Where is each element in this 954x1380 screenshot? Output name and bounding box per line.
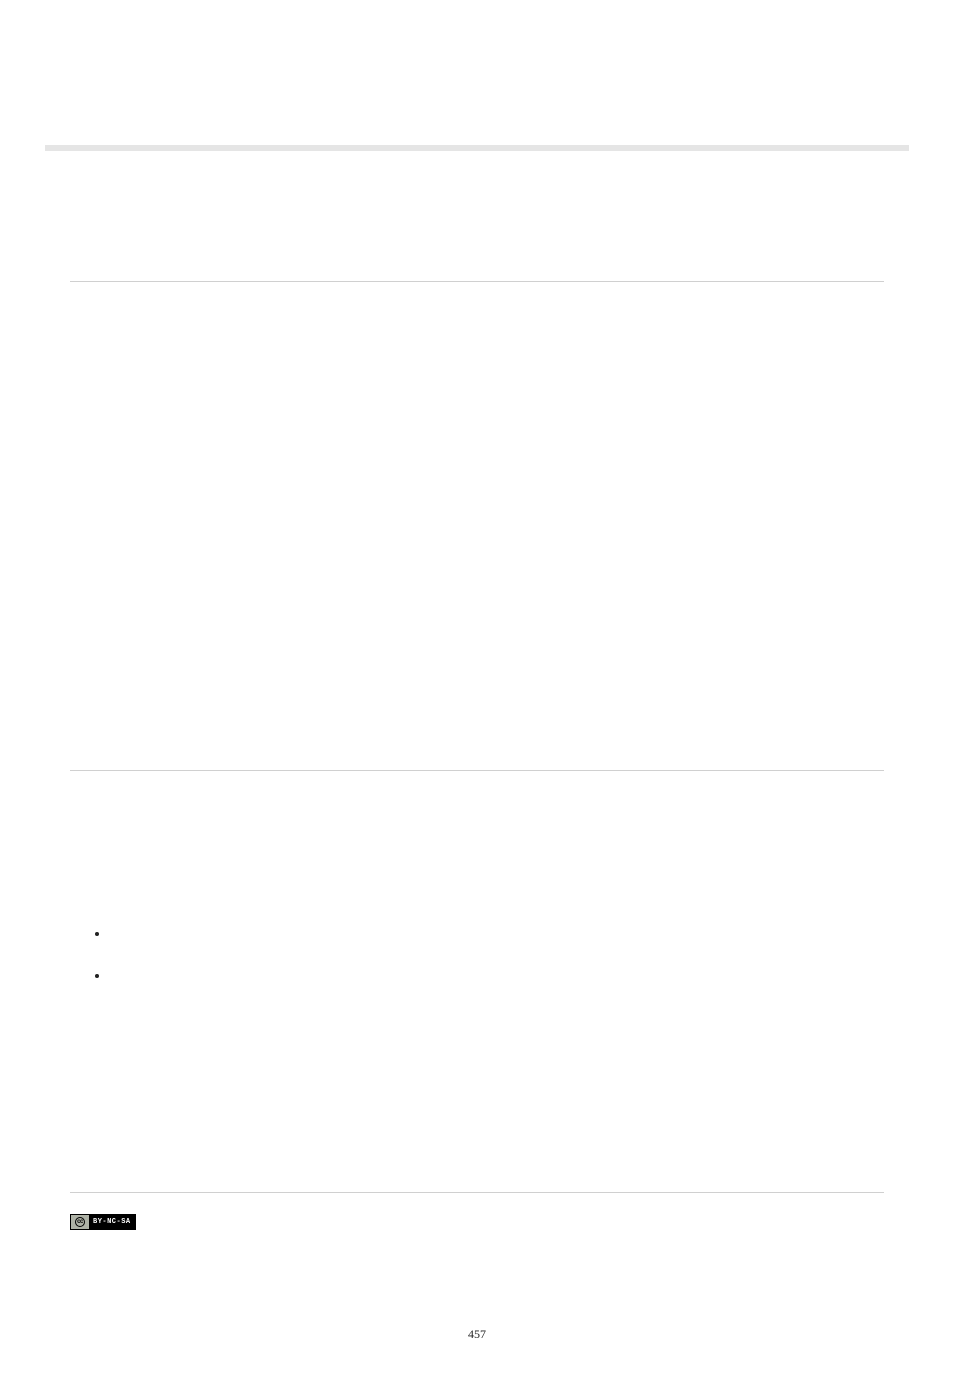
section-below-rule-2 bbox=[70, 926, 884, 1192]
cc-license-type: BY-NC-SA bbox=[89, 1215, 135, 1229]
cc-logo-icon: cc bbox=[71, 1215, 89, 1229]
section-above-rule-1 bbox=[70, 151, 884, 281]
horizontal-rule-3 bbox=[70, 1192, 884, 1193]
bullet-list bbox=[110, 926, 884, 1010]
section-between-rules bbox=[70, 282, 884, 770]
page-content: cc BY-NC-SA bbox=[70, 151, 884, 1231]
cc-circle-icon: cc bbox=[75, 1217, 85, 1227]
list-item bbox=[110, 926, 884, 968]
document-page: cc BY-NC-SA 457 bbox=[0, 145, 954, 1380]
cc-license-badge[interactable]: cc BY-NC-SA bbox=[70, 1214, 136, 1230]
license-area: cc BY-NC-SA bbox=[70, 1213, 884, 1231]
cc-text: cc bbox=[77, 1215, 83, 1229]
list-item bbox=[110, 968, 884, 1010]
page-number: 457 bbox=[0, 1327, 954, 1342]
horizontal-rule-2 bbox=[70, 770, 884, 771]
